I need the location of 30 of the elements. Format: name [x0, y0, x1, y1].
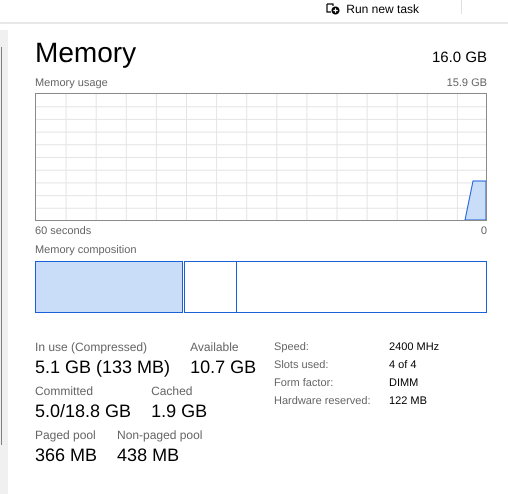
time-axis-end: 0	[480, 224, 487, 238]
graph-label: Memory usage	[35, 76, 108, 90]
graph-max: 15.9 GB	[446, 76, 487, 90]
time-axis-start: 60 seconds	[35, 224, 92, 238]
stat-label: In use (Compressed)	[35, 339, 148, 355]
detail-value: DIMM	[389, 376, 420, 390]
detail-value: 122 MB	[389, 394, 428, 408]
stat-value: 5.0/18.8 GB	[35, 400, 132, 423]
composition-label: Memory composition	[35, 243, 138, 257]
new-task-icon	[326, 3, 340, 15]
run-new-task-button[interactable]: Run new task	[320, 0, 425, 18]
stat-label: Paged pool	[35, 427, 97, 443]
detail-label: Form factor:	[274, 376, 334, 390]
section-title: Memory	[35, 36, 136, 70]
detail-value: 2400 MHz	[389, 340, 440, 354]
stat-value: 366 MB	[35, 444, 98, 467]
stat-value: 1.9 GB	[151, 400, 208, 423]
stat-label: Available	[190, 339, 240, 355]
stat-value: 438 MB	[117, 444, 180, 467]
stat-value: 5.1 GB (133 MB)	[35, 356, 170, 379]
detail-value: 4 of 4	[389, 358, 418, 372]
detail-label: Hardware reserved:	[274, 394, 372, 408]
detail-label: Speed:	[274, 340, 310, 354]
stat-value: 10.7 GB	[190, 356, 256, 379]
stat-label: Non-paged pool	[117, 427, 202, 443]
usage-line	[464, 180, 486, 220]
stat-label: Cached	[151, 383, 194, 399]
total-memory: 16.0 GB	[432, 49, 487, 66]
detail-label: Slots used:	[274, 358, 330, 372]
stat-label: Committed	[35, 383, 94, 399]
